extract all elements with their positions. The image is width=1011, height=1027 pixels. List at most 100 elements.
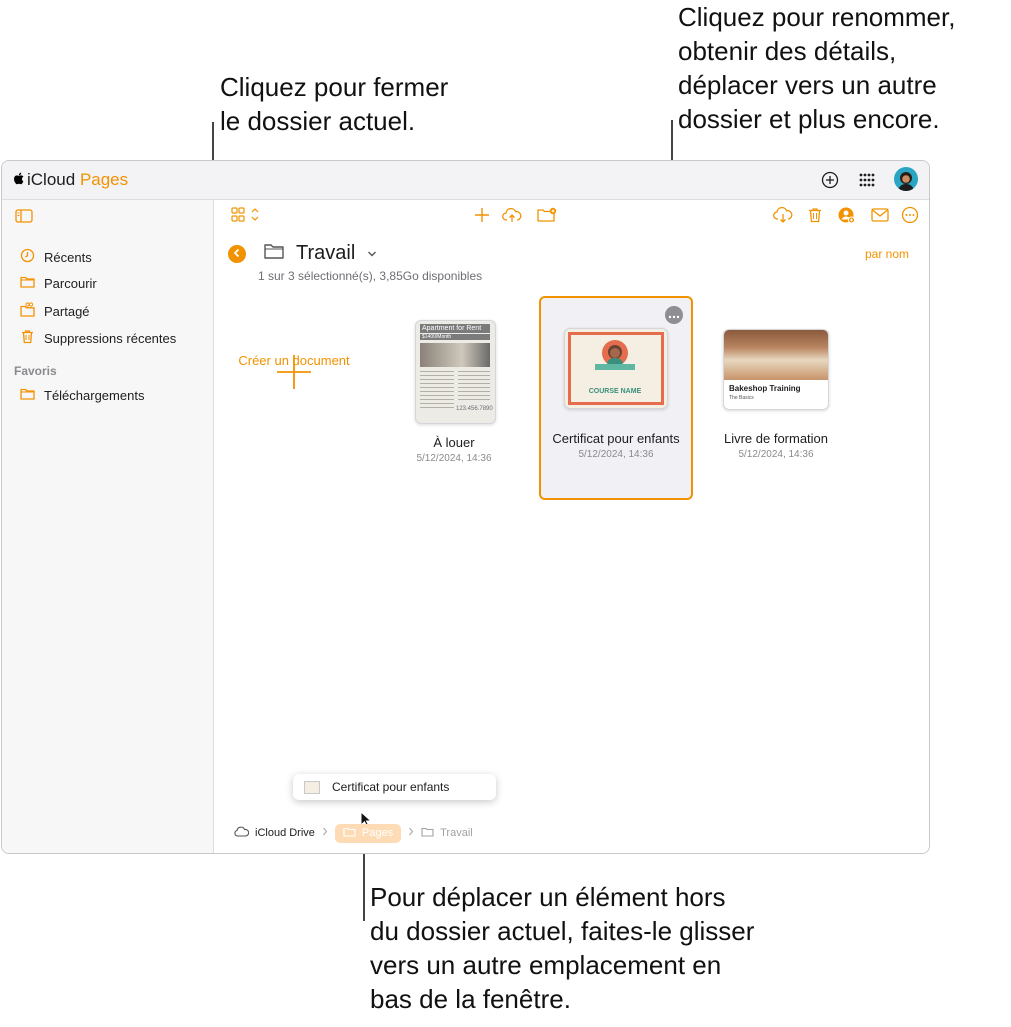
cloud-icon	[234, 826, 250, 840]
chevron-down-icon	[367, 245, 377, 263]
new-folder-icon[interactable]	[536, 204, 558, 226]
callout-line: obtenir des détails,	[678, 36, 897, 66]
folder-icon	[421, 827, 434, 840]
document-date: 5/12/2024, 14:36	[416, 453, 492, 464]
trash-icon	[20, 329, 35, 347]
apple-logo-icon	[14, 170, 25, 185]
create-document-tile[interactable]	[234, 310, 354, 470]
callout-line: Cliquez pour fermer	[220, 72, 449, 102]
thumb-text-block	[420, 371, 454, 411]
breadcrumb-icloud-drive[interactable]: iCloud Drive	[234, 826, 315, 840]
callout-line: du dossier actuel, faites-le glisser	[370, 916, 755, 946]
sidebar-item-recently-deleted[interactable]: Suppressions récentes	[20, 329, 176, 347]
sort-button[interactable]: par nom	[865, 247, 909, 261]
callout-line: le dossier actuel.	[220, 106, 416, 136]
document-mini-icon	[304, 780, 320, 794]
brand-cloud: iCloud	[27, 170, 76, 189]
create-document-icon[interactable]	[471, 204, 493, 226]
sidebar-toggle-icon[interactable]	[14, 208, 34, 224]
breadcrumb-pages-drop-target[interactable]: Pages	[334, 823, 402, 843]
document-thumbnail-certificate: COURSE NAME	[564, 328, 668, 409]
avatar[interactable]	[894, 167, 918, 191]
document-tile-selected[interactable]: COURSE NAME Certificat pour enfants 5/12…	[539, 296, 693, 500]
callout-line: dossier et plus encore.	[678, 104, 940, 134]
more-actions-button[interactable]	[665, 306, 683, 324]
breadcrumb-label: Travail	[440, 827, 473, 839]
callout-close-folder: Cliquez pour fermer le dossier actuel.	[220, 70, 448, 138]
chevron-right-icon	[408, 827, 414, 839]
main-content: Travail 1 sur 3 sélectionné(s), 3,85Go d…	[214, 200, 929, 853]
thumb-phone: 123.456.7890	[456, 406, 493, 412]
document-name: Certificat pour enfants	[552, 431, 680, 446]
breadcrumb: iCloud Drive Pages Travail	[234, 822, 473, 844]
sidebar-item-label: Parcourir	[44, 275, 97, 291]
callout-line: vers un autre emplacement en	[370, 950, 722, 980]
certificate-portrait	[602, 340, 628, 366]
app-grid-icon[interactable]	[857, 170, 877, 190]
folder-icon	[20, 275, 35, 291]
thumb-title: Apartment for Rent	[420, 324, 490, 333]
drag-label: Certificat pour enfants	[332, 780, 450, 794]
callout-line: Cliquez pour renommer,	[678, 2, 956, 32]
callout-line: Pour déplacer un élément hors	[370, 882, 726, 912]
sidebar-item-recents[interactable]: Récents	[20, 248, 92, 266]
sidebar-item-browse[interactable]: Parcourir	[20, 275, 97, 291]
thumb-subtitle: The Basics	[729, 395, 754, 401]
thumb-photo	[724, 330, 828, 380]
callout-pointer	[363, 843, 365, 921]
more-options-icon[interactable]	[899, 204, 921, 226]
sidebar-item-label: Suppressions récentes	[44, 330, 177, 346]
new-item-icon[interactable]	[820, 170, 840, 190]
back-button[interactable]	[228, 245, 246, 263]
drag-preview: Certificat pour enfants	[293, 774, 496, 800]
breadcrumb-current[interactable]: Travail	[421, 827, 473, 840]
folder-icon	[20, 387, 35, 403]
sidebar-item-shared[interactable]: Partagé	[20, 302, 90, 320]
callout-line: bas de la fenêtre.	[370, 984, 571, 1014]
folder-icon	[343, 827, 356, 840]
favorites-heading: Favoris	[14, 364, 57, 378]
callout-line: déplacer vers un autre	[678, 70, 937, 100]
folder-title-group[interactable]: Travail	[264, 242, 377, 265]
document-name[interactable]: Livre de formation	[714, 431, 838, 446]
callout-more-menu: Cliquez pour renommer, obtenir des détai…	[678, 0, 955, 136]
download-icon[interactable]	[772, 204, 794, 226]
sidebar-item-label: Récents	[44, 249, 92, 265]
breadcrumb-label: Pages	[361, 827, 394, 839]
certificate-course: COURSE NAME	[588, 388, 642, 395]
thumb-title: Bakeshop Training	[729, 384, 801, 393]
brand-app-name: Pages	[79, 170, 129, 189]
document-date: 5/12/2024, 14:36	[738, 449, 814, 460]
folder-icon	[264, 243, 284, 264]
document-date: 5/12/2024, 14:36	[578, 449, 654, 460]
thumb-subtitle: $1400/Month	[420, 334, 490, 340]
callout-drag-out: Pour déplacer un élément hors du dossier…	[370, 880, 754, 1016]
sidebar: Récents Parcourir Partagé Suppressions r…	[2, 200, 214, 853]
sidebar-item-downloads[interactable]: Téléchargements	[20, 387, 144, 403]
chevron-right-icon	[322, 827, 328, 839]
view-mode-icon[interactable]	[230, 204, 262, 226]
app-brand[interactable]: iCloud Pages	[14, 170, 128, 190]
thumb-photo	[420, 343, 490, 367]
sidebar-item-label: Téléchargements	[44, 387, 145, 403]
sidebar-item-label: Partagé	[44, 303, 90, 319]
shared-folder-icon	[20, 302, 35, 320]
app-window: iCloud Pages Récents Parcourir Partagé S…	[1, 160, 930, 854]
certificate-ribbon	[595, 364, 635, 370]
document-thumbnail-rental[interactable]: Apartment for Rent $1400/Month 123.456.7…	[415, 320, 496, 424]
thumb-text-block	[458, 371, 490, 401]
delete-icon[interactable]	[804, 204, 826, 226]
folder-status: 1 sur 3 sélectionné(s), 3,85Go disponibl…	[258, 269, 483, 283]
breadcrumb-label: iCloud Drive	[255, 827, 315, 839]
chevron-left-icon	[232, 245, 242, 263]
clock-icon	[20, 248, 35, 266]
folder-title: Travail	[296, 242, 356, 264]
upload-icon[interactable]	[501, 204, 523, 226]
document-thumbnail-bakeshop[interactable]: Bakeshop Training The Basics	[723, 329, 829, 410]
ellipsis-icon	[668, 306, 680, 324]
mail-icon[interactable]	[869, 204, 891, 226]
collaborate-icon[interactable]	[835, 204, 857, 226]
document-name[interactable]: À louer	[394, 435, 514, 450]
create-document-label[interactable]: Créer un document	[214, 353, 374, 368]
top-bar: iCloud Pages	[2, 161, 929, 200]
